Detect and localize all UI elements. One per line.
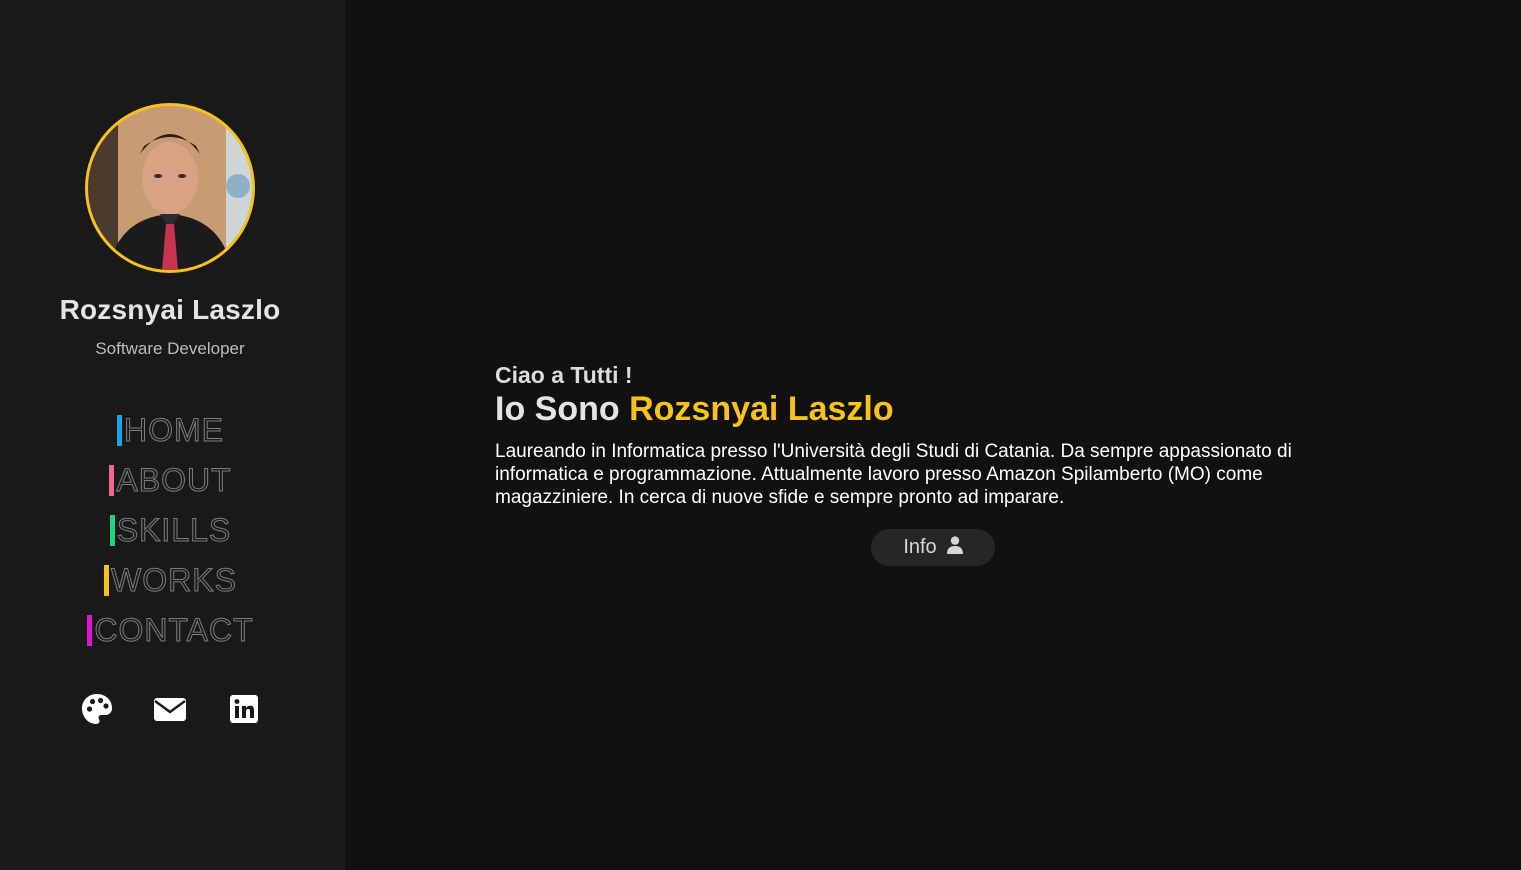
nav-item-contact[interactable]: CONTACT xyxy=(0,610,345,660)
headline-prefix: Io Sono xyxy=(495,390,620,428)
hero-greeting: Ciao a Tutti ! xyxy=(495,362,633,388)
nav-item-label: SKILLS xyxy=(116,512,232,549)
nav-item-label: CONTACT xyxy=(94,612,254,649)
nav-item-home[interactable]: HOME xyxy=(0,410,345,460)
hero-headline: Io Sono Rozsnyai Laszlo xyxy=(495,390,894,429)
sidebar: Rozsnyai Laszlo Software Developer HOME … xyxy=(0,0,345,870)
avatar xyxy=(85,103,255,273)
nav-accent-bar xyxy=(87,614,93,646)
avatar-portrait xyxy=(88,106,252,270)
user-icon xyxy=(946,535,963,560)
nav-item-about[interactable]: ABOUT xyxy=(0,460,345,510)
linkedin-icon[interactable] xyxy=(227,692,261,726)
info-button-label: Info xyxy=(903,536,937,558)
profile-role: Software Developer xyxy=(95,339,245,358)
profile-name: Rozsnyai Laszlo xyxy=(59,294,281,325)
hero-description: Laureando in Informatica presso l'Univer… xyxy=(495,441,1292,508)
social-links xyxy=(80,692,270,728)
envelope-icon[interactable] xyxy=(153,692,187,726)
nav-item-works[interactable]: WORKS xyxy=(0,560,345,610)
main-nav: HOME ABOUT SKILLS WORKS CONTACT xyxy=(0,410,345,660)
nav-accent-bar xyxy=(117,414,122,446)
nav-accent-bar xyxy=(109,464,115,496)
nav-item-label: ABOUT xyxy=(116,462,232,499)
palette-icon[interactable] xyxy=(80,692,114,726)
nav-accent-bar xyxy=(104,564,110,596)
info-button[interactable]: Info xyxy=(871,529,995,566)
nav-accent-bar xyxy=(109,514,115,546)
nav-item-skills[interactable]: SKILLS xyxy=(0,510,345,560)
nav-item-label: WORKS xyxy=(111,562,237,599)
headline-name: Rozsnyai Laszlo xyxy=(629,390,894,428)
nav-item-label: HOME xyxy=(124,412,224,449)
hero-section: Ciao a Tutti ! Io Sono Rozsnyai Laszlo L… xyxy=(495,0,1375,870)
